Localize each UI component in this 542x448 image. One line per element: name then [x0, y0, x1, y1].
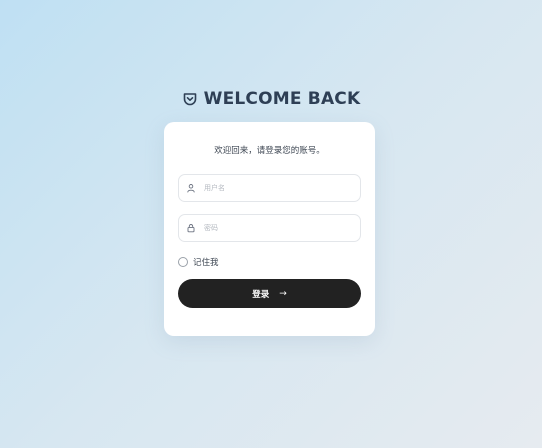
page-title: WELCOME BACK	[203, 89, 361, 109]
welcome-subtitle: 欢迎回来，请登录您的账号。	[214, 146, 325, 156]
login-header: WELCOME BACK	[0, 86, 542, 112]
username-field[interactable]	[178, 174, 361, 202]
lock-icon	[186, 223, 196, 233]
pocket-shield-icon	[182, 91, 198, 107]
password-field[interactable]	[178, 214, 361, 242]
login-button[interactable]: 登录 →	[178, 279, 361, 308]
user-icon	[186, 183, 196, 193]
login-button-label: 登录	[252, 289, 270, 300]
username-input[interactable]	[204, 184, 354, 192]
password-input[interactable]	[204, 224, 354, 232]
arrow-right-icon: →	[279, 288, 287, 299]
remember-me-option[interactable]: 记住我	[178, 256, 219, 268]
login-card: 欢迎回来，请登录您的账号。 记住我 登录 →	[164, 122, 375, 336]
remember-me-label: 记住我	[193, 258, 219, 268]
remember-me-radio[interactable]	[178, 257, 188, 267]
